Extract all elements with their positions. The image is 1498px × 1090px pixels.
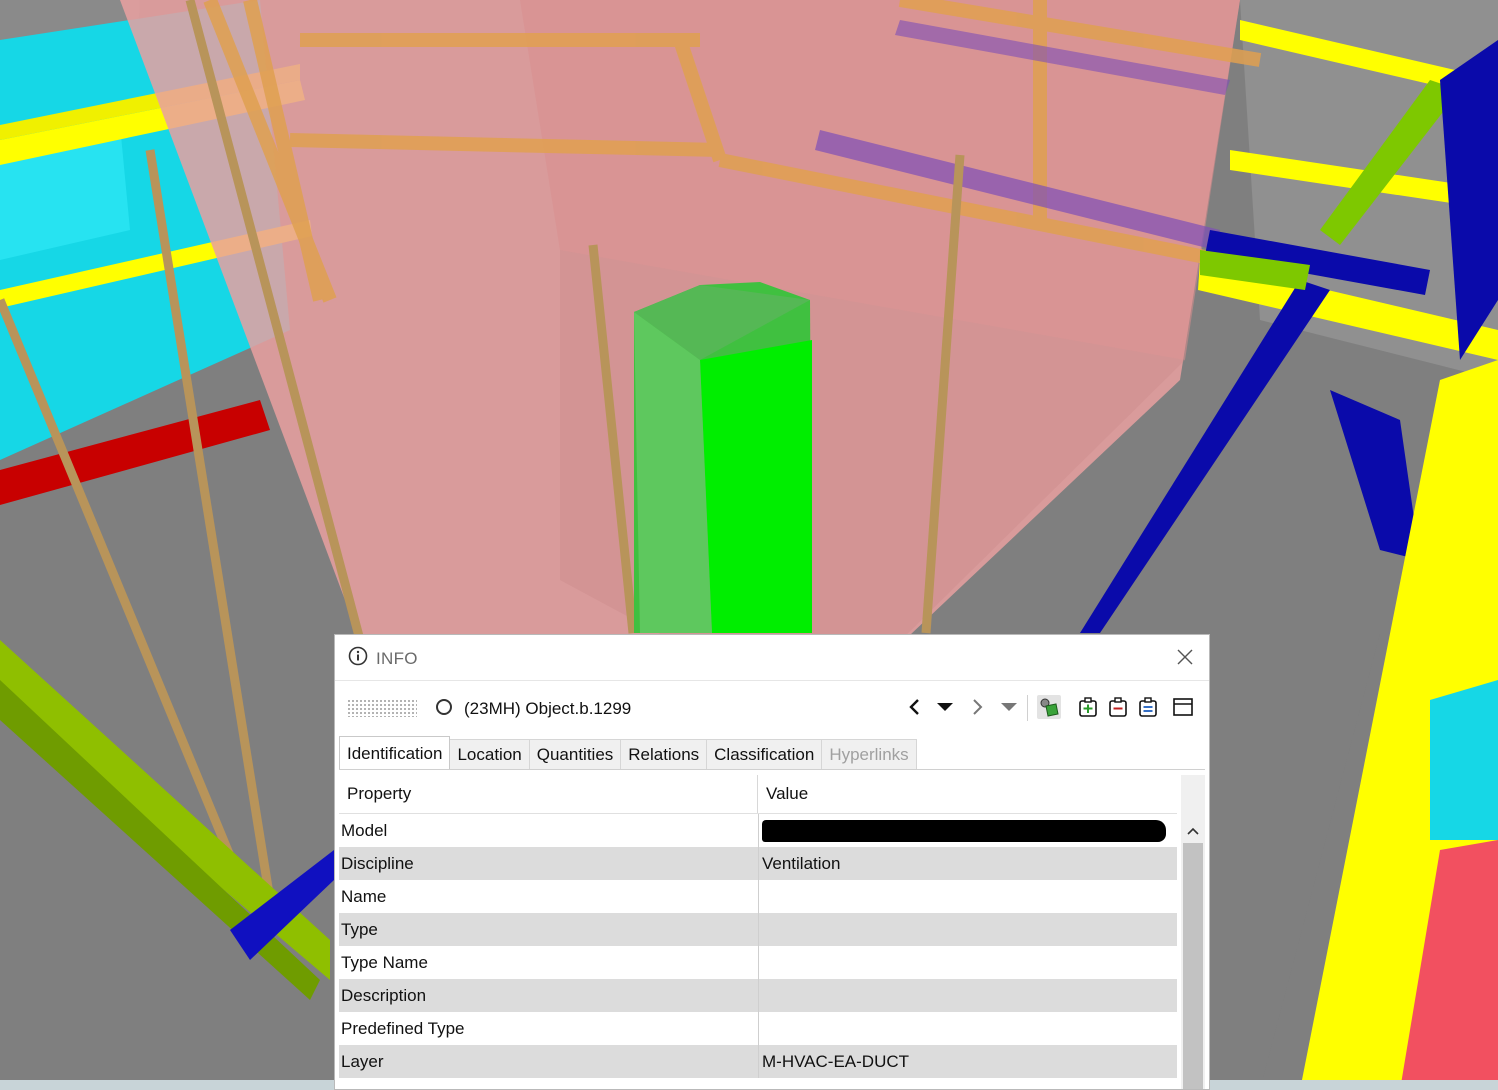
property-cell: Predefined Type	[341, 1019, 465, 1038]
object-name: (23MH) Object.b.1299	[464, 699, 632, 718]
window-icon	[1173, 698, 1193, 716]
value-cell	[758, 880, 1177, 913]
chevron-up-icon	[1187, 827, 1199, 835]
table-row[interactable]: Type	[339, 913, 1177, 946]
column-header-value[interactable]: Value	[758, 775, 1177, 813]
list-group-icon	[1139, 697, 1157, 717]
group-list-button[interactable]	[1136, 695, 1160, 719]
caret-down-icon	[1001, 703, 1017, 711]
next-object-button[interactable]	[965, 695, 989, 719]
tab-identification[interactable]: Identification	[339, 736, 451, 769]
tab-location[interactable]: Location	[449, 739, 530, 769]
chevron-left-icon	[909, 699, 919, 715]
panel-title: INFO	[376, 649, 418, 668]
drag-grip-icon[interactable]	[347, 699, 417, 717]
caret-down-icon	[937, 703, 953, 711]
value-cell-redacted	[758, 814, 1177, 847]
value-cell	[758, 913, 1177, 946]
vertical-scrollbar[interactable]	[1181, 775, 1205, 1089]
remove-group-icon	[1109, 697, 1127, 717]
remove-from-group-button[interactable]	[1106, 695, 1130, 719]
property-cell: Discipline	[341, 854, 414, 873]
color-object-button[interactable]	[1037, 695, 1061, 719]
toolbar-separator	[1027, 695, 1028, 721]
scroll-thumb[interactable]	[1183, 843, 1203, 1089]
tab-hyperlinks: Hyperlinks	[821, 739, 917, 769]
add-group-icon	[1079, 697, 1097, 717]
info-titlebar: INFO	[335, 635, 1209, 681]
property-grid: Property Value Model Discipline Ventilat…	[339, 775, 1177, 1078]
object-radio[interactable]	[436, 699, 452, 715]
scroll-up-button[interactable]	[1181, 821, 1205, 841]
close-icon[interactable]	[1175, 647, 1195, 667]
redaction-mark	[762, 820, 1166, 842]
value-cell	[758, 1012, 1177, 1045]
property-cell: Type Name	[341, 953, 428, 972]
value-cell	[758, 979, 1177, 1012]
next-history-dropdown[interactable]	[997, 695, 1021, 719]
grid-header: Property Value	[339, 775, 1177, 814]
column-header-property[interactable]: Property	[339, 775, 758, 813]
value-cell: Ventilation	[758, 847, 1177, 880]
property-cell: Layer	[341, 1052, 384, 1071]
object-toolbar: (23MH) Object.b.1299	[335, 681, 1209, 733]
value-cell: M-HVAC-EA-DUCT	[758, 1045, 1177, 1078]
color-object-icon	[1040, 698, 1059, 717]
tab-relations[interactable]: Relations	[620, 739, 708, 769]
tab-classification[interactable]: Classification	[706, 739, 823, 769]
toggle-window-button[interactable]	[1171, 695, 1195, 719]
table-row[interactable]: Predefined Type	[339, 1012, 1177, 1045]
value-cell	[758, 946, 1177, 979]
add-to-group-button[interactable]	[1076, 695, 1100, 719]
table-row[interactable]: Name	[339, 880, 1177, 913]
tab-quantities[interactable]: Quantities	[528, 739, 622, 769]
property-cell: Description	[341, 986, 427, 1005]
property-tabs: Identification Location Quantities Relat…	[339, 736, 917, 769]
previous-history-dropdown[interactable]	[933, 695, 957, 719]
table-row[interactable]: Discipline Ventilation	[339, 847, 1177, 880]
previous-object-button[interactable]	[903, 695, 927, 719]
property-cell: Name	[341, 887, 387, 906]
table-row[interactable]: Description	[339, 979, 1177, 1012]
property-cell: Model	[341, 821, 388, 840]
table-row[interactable]: Type Name	[339, 946, 1177, 979]
chevron-right-icon	[973, 699, 983, 715]
property-cell: Type	[341, 920, 378, 939]
table-row[interactable]: Layer M-HVAC-EA-DUCT	[339, 1045, 1177, 1078]
tabs-divider	[339, 769, 1205, 770]
info-icon	[348, 646, 368, 666]
info-panel: INFO (23MH) Object.b.1299 Identification…	[334, 634, 1210, 1090]
table-row[interactable]: Model	[339, 814, 1177, 847]
